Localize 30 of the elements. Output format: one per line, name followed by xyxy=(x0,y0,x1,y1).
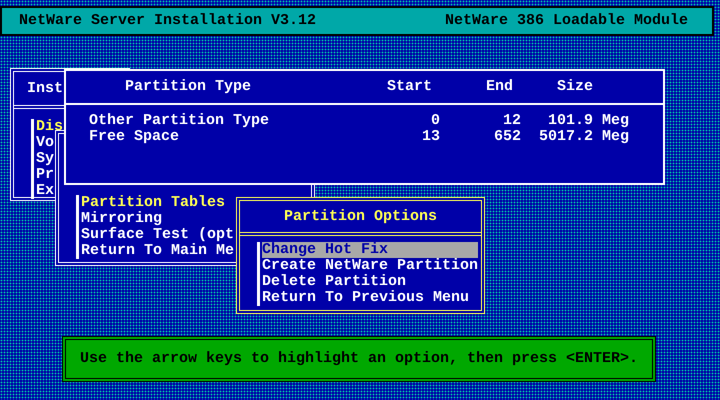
menu-item[interactable]: Ex xyxy=(36,183,54,199)
menu-item[interactable]: Create NetWare Partition xyxy=(262,258,478,274)
menu-item[interactable]: Vo xyxy=(36,135,54,151)
column-header: Size xyxy=(557,79,594,95)
menu-item[interactable]: Change Hot Fix xyxy=(262,242,478,258)
menu-title: Partition Options xyxy=(284,208,438,224)
table-cell-text: 5017.2 Meg xyxy=(538,129,629,145)
table-cell-text: 13 xyxy=(420,129,440,145)
menu-item[interactable]: Dis xyxy=(36,119,64,135)
status-bar: Use the arrow keys to highlight an option, then press <ENTER>. xyxy=(62,336,656,382)
app-title: NetWare Server Installation V3.12 xyxy=(19,13,316,29)
menu-item[interactable]: Return To Main Me xyxy=(81,243,234,259)
table-cell-text: 12 xyxy=(502,113,521,129)
column-header: End xyxy=(486,79,514,95)
table-cell-text: 101.9 Meg xyxy=(546,113,629,129)
menu-title: Inst xyxy=(27,80,64,96)
menu-item[interactable]: Surface Test (opt xyxy=(81,227,234,243)
column-header: Start xyxy=(387,79,434,95)
menu-item[interactable]: Return To Previous Menu xyxy=(262,290,478,306)
menu-item[interactable]: Sy xyxy=(36,151,54,167)
table-cell-text: 652 xyxy=(492,129,521,145)
menu-item[interactable]: Delete Partition xyxy=(262,274,478,290)
menu-item[interactable]: Mirroring xyxy=(81,211,162,227)
module-label: NetWare 386 Loadable Module xyxy=(444,13,688,29)
menu-item[interactable]: Pr xyxy=(36,167,54,183)
menu-item[interactable]: Partition Tables xyxy=(81,195,226,211)
table-cell-text: Free Space xyxy=(89,129,180,145)
table-cell-text: 0 xyxy=(430,113,440,129)
column-header: Partition Type xyxy=(125,79,252,95)
table-cell-text: Other Partition Type xyxy=(89,113,270,129)
